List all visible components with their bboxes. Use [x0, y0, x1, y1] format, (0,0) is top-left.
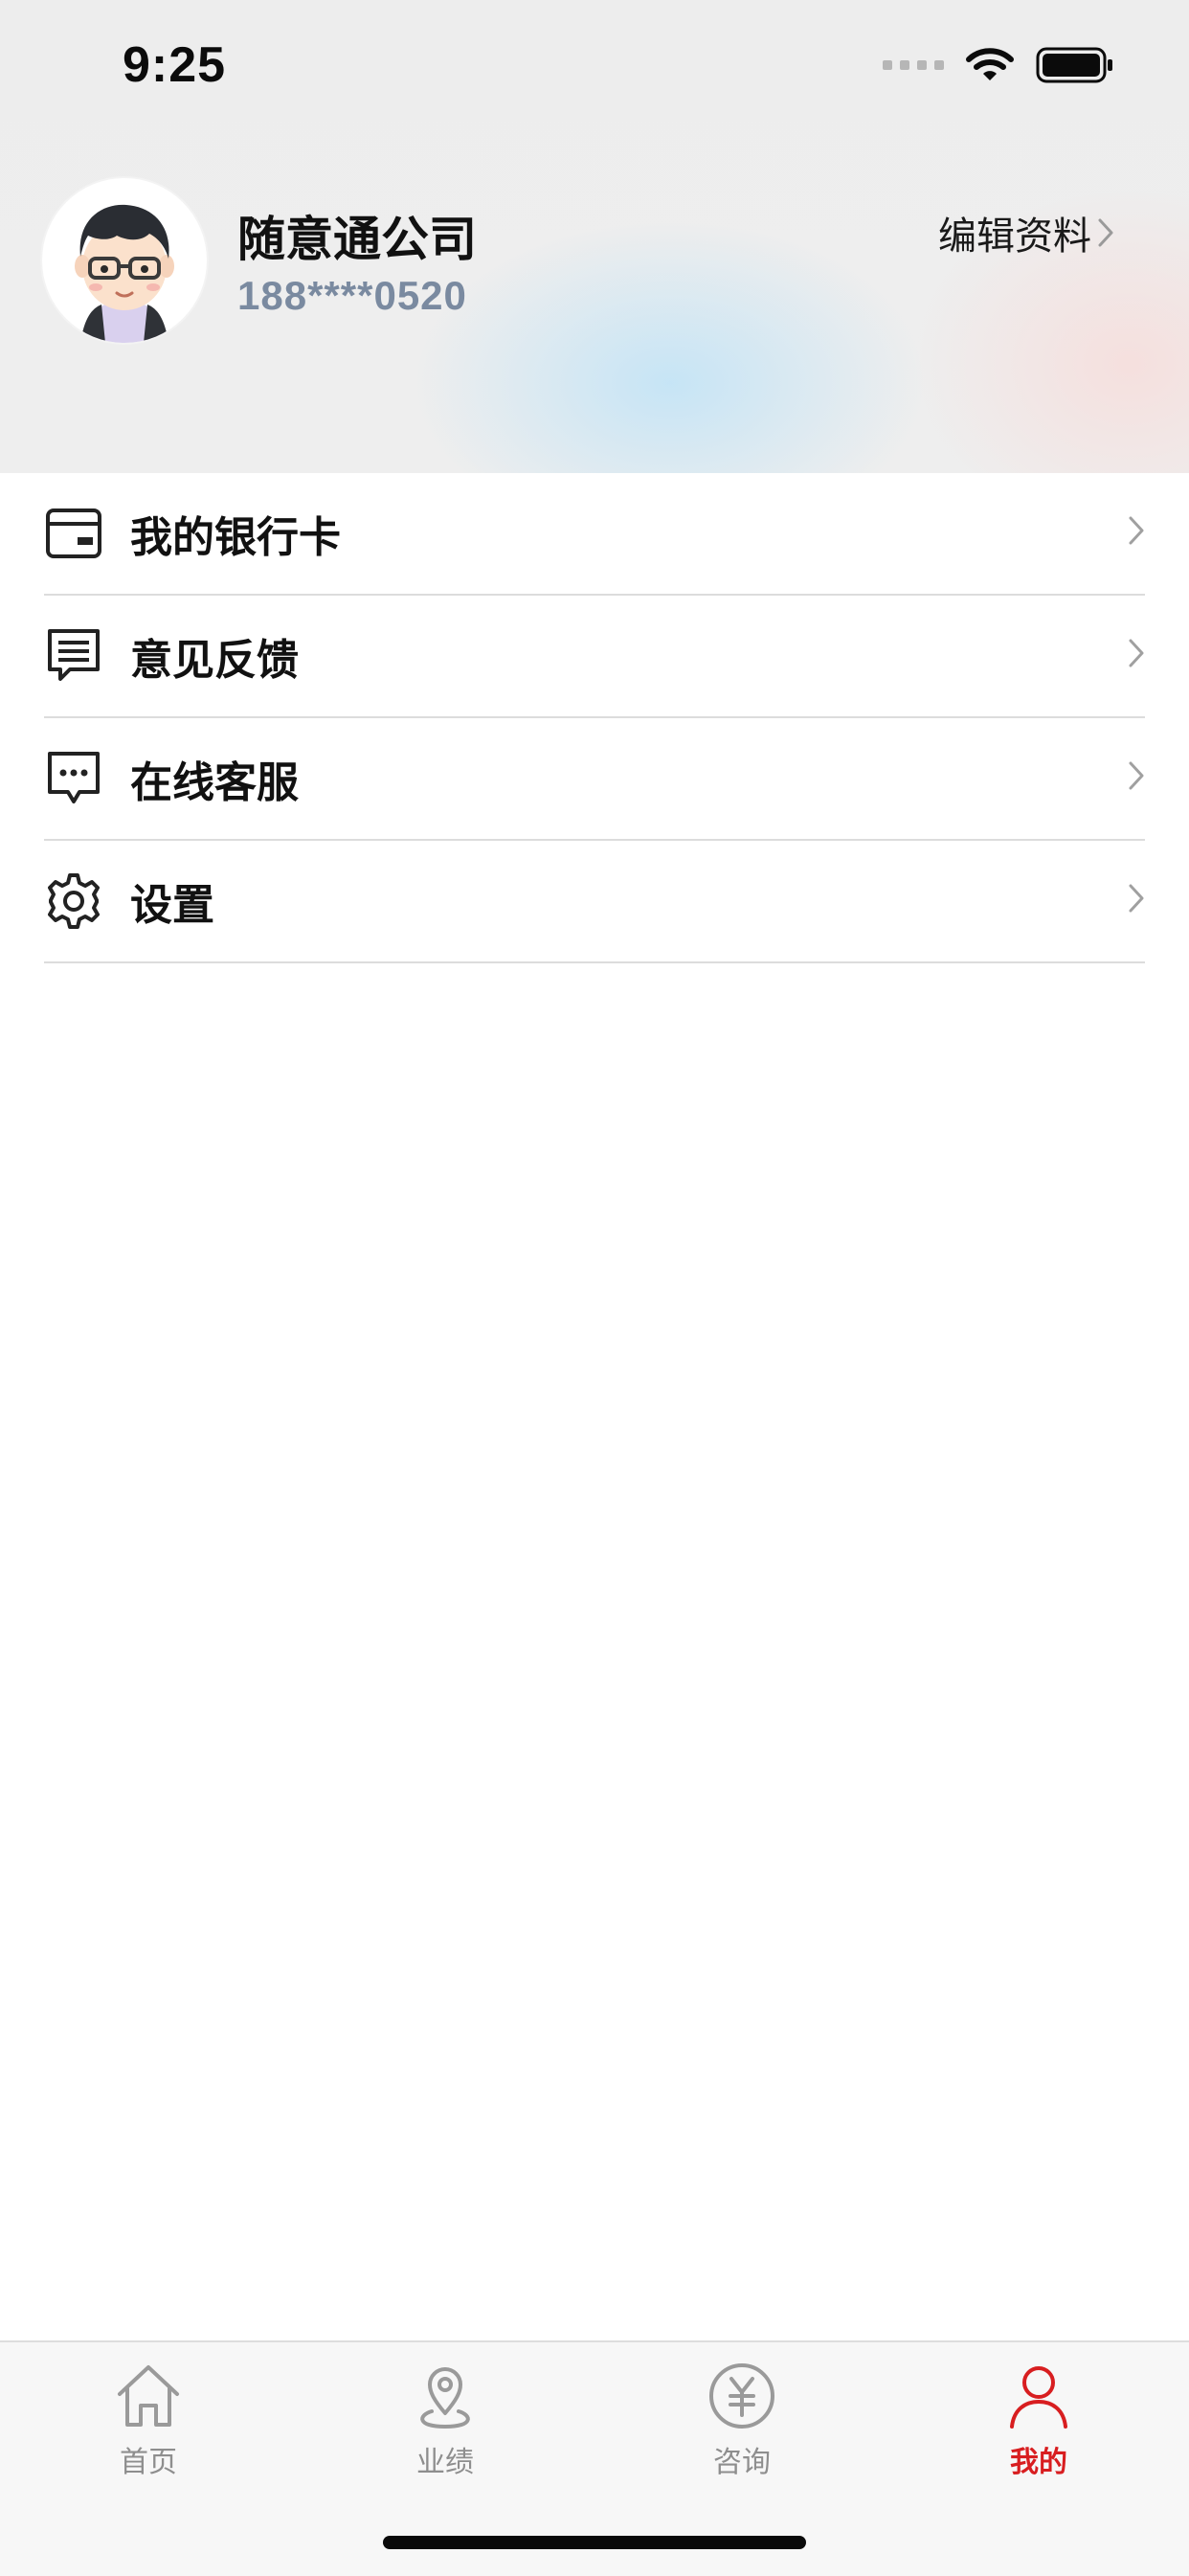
tab-home[interactable]: 首页: [77, 2360, 220, 2480]
chevron-right-icon: [1129, 639, 1144, 667]
tab-consult[interactable]: 咨询: [670, 2360, 814, 2480]
menu-item-settings[interactable]: 设置: [44, 841, 1145, 963]
tab-performance[interactable]: 业绩: [373, 2360, 517, 2480]
home-icon: [118, 2365, 179, 2427]
menu-item-label: 我的银行卡: [130, 513, 341, 562]
tab-label: 业绩: [416, 2446, 474, 2479]
chevron-right-icon: [1098, 218, 1113, 247]
feedback-icon: [44, 626, 103, 686]
menu-item-label: 在线客服: [130, 758, 299, 807]
avatar[interactable]: [42, 178, 207, 343]
edit-profile-button[interactable]: 编辑资料: [938, 205, 1114, 260]
status-time: 9:25: [123, 37, 227, 93]
tab-label: 咨询: [713, 2446, 771, 2479]
signal-icon: [883, 60, 944, 70]
edit-profile-label: 编辑资料: [938, 215, 1091, 259]
phone-number: 188****0520: [237, 273, 467, 318]
chevron-right-icon: [1129, 884, 1144, 913]
tab-mine[interactable]: 我的: [967, 2360, 1110, 2480]
tab-label: 首页: [120, 2446, 177, 2479]
battery-icon: [1036, 47, 1112, 83]
menu-item-bank-card[interactable]: 我的银行卡: [44, 473, 1145, 596]
menu-list: 我的银行卡 意见反馈 在线客服 设置: [0, 473, 1189, 963]
location-pin-icon: [420, 2367, 470, 2429]
wifi-icon: [966, 48, 1014, 80]
chevron-right-icon: [1129, 761, 1144, 790]
bank-card-icon: [44, 504, 103, 563]
yuan-coin-icon: [709, 2363, 774, 2429]
person-icon: [1010, 2366, 1067, 2429]
profile-header: 9:25 随意通公司 188****0520 编辑资料: [0, 0, 1189, 473]
menu-item-label: 设置: [130, 881, 214, 930]
menu-item-online-service[interactable]: 在线客服: [44, 718, 1145, 841]
avatar-cartoon-icon: [44, 180, 205, 343]
chevron-right-icon: [1129, 516, 1144, 545]
home-indicator[interactable]: [383, 2536, 806, 2549]
status-icons: [883, 44, 1114, 86]
tab-label: 我的: [1010, 2446, 1067, 2479]
company-name: 随意通公司: [237, 212, 477, 267]
chat-bubble-icon: [44, 749, 103, 808]
gear-icon: [44, 871, 103, 931]
menu-item-label: 意见反馈: [130, 636, 299, 685]
menu-item-feedback[interactable]: 意见反馈: [44, 596, 1145, 718]
